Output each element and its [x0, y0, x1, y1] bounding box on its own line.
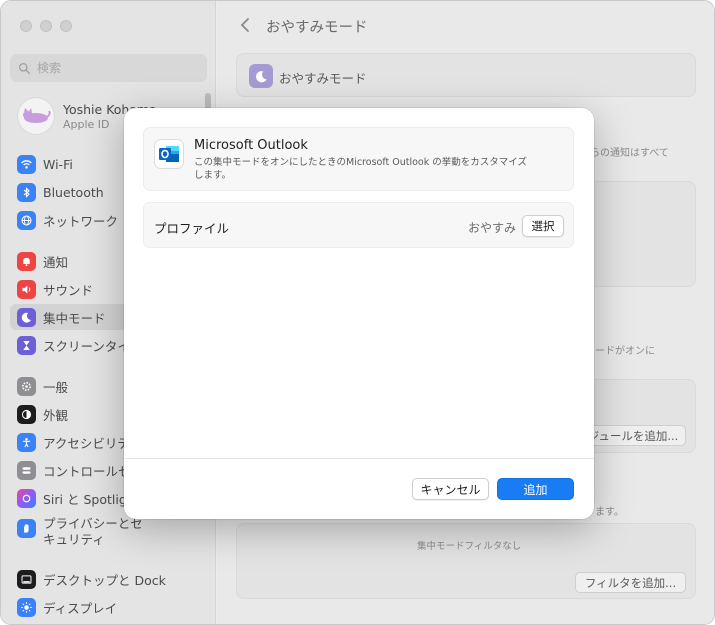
sun-icon [17, 597, 36, 617]
globe-icon [17, 210, 36, 230]
control-center-icon [17, 460, 36, 480]
sidebar-item-desktop-dock[interactable]: デスクトップと Dock [10, 566, 210, 592]
sidebar-item-label: サウンド [43, 282, 94, 298]
select-profile-button[interactable]: 選択 [522, 215, 564, 237]
schedule-description: ードがオンに [595, 346, 655, 357]
outlook-icon [154, 139, 184, 169]
add-filter-button[interactable]: フィルタを追加... [575, 572, 686, 593]
accessibility-icon [17, 432, 36, 452]
app-name: Microsoft Outlook [194, 138, 308, 153]
avatar-cat-icon [23, 108, 51, 123]
empty-filters-label: 集中モードフィルタなし [417, 541, 522, 552]
hourglass-icon [17, 335, 36, 355]
minimize-button[interactable] [40, 20, 52, 32]
avatar [17, 97, 55, 135]
moon-icon [17, 307, 36, 327]
page-title: おやすみモード [266, 20, 368, 36]
filters-description: ます。 [595, 507, 624, 518]
sidebar-item-label: 集中モード [43, 310, 106, 326]
bell-icon [17, 251, 36, 271]
app-filter-dialog: Microsoft Outlook この集中モードをオンにしたときのMicros… [124, 108, 594, 519]
gear-icon [17, 376, 36, 396]
siri-icon [17, 488, 36, 508]
app-description: この集中モードをオンにしたときのMicrosoft Outlook の挙動をカス… [194, 157, 527, 181]
sidebar-item-label: プライバシーとセキュリティ [43, 516, 143, 547]
dialog-divider [124, 458, 594, 459]
wifi-icon [17, 154, 36, 174]
close-button[interactable] [20, 20, 32, 32]
app-info-card: Microsoft Outlook この集中モードをオンにしたときのMicros… [143, 127, 574, 191]
add-button[interactable]: 追加 [497, 478, 574, 500]
cancel-button[interactable]: キャンセル [412, 478, 489, 500]
dock-icon [17, 569, 36, 589]
profile-value: おやすみ [467, 221, 516, 235]
sidebar-item-label: 外観 [43, 407, 69, 423]
add-schedule-button[interactable]: ジュールを追加... [580, 425, 686, 446]
sidebar-item-label: Bluetooth [43, 184, 104, 200]
sidebar-item-label: 一般 [43, 379, 69, 395]
bluetooth-icon [17, 182, 36, 202]
back-chevron-icon[interactable] [238, 16, 252, 34]
zoom-button[interactable] [60, 20, 72, 32]
focus-mode-name: おやすみモード [279, 71, 367, 86]
sidebar-item-label: デスクトップと Dock [43, 572, 166, 588]
search-icon [18, 62, 31, 74]
appearance-icon [17, 404, 36, 424]
speaker-icon [17, 279, 36, 299]
sidebar-item-label: 通知 [43, 254, 69, 270]
search-input[interactable] [37, 61, 187, 75]
settings-window: Yoshie Kohama Apple ID Wi-Fi Bluetooth ネ… [0, 0, 715, 625]
sidebar-item-label: ネットワーク [43, 213, 119, 229]
profile-row: プロファイル おやすみ 選択 [143, 202, 574, 248]
sidebar-item-label: ディスプレイ [43, 600, 118, 616]
profile-label: プロファイル [154, 221, 230, 236]
search-field[interactable] [10, 54, 207, 82]
moon-icon [249, 64, 273, 88]
sidebar-item-displays[interactable]: ディスプレイ [10, 594, 210, 620]
sidebar-item-label: Wi-Fi [43, 156, 73, 172]
hand-icon [17, 519, 36, 538]
focus-mode-card: おやすみモード [236, 53, 696, 97]
